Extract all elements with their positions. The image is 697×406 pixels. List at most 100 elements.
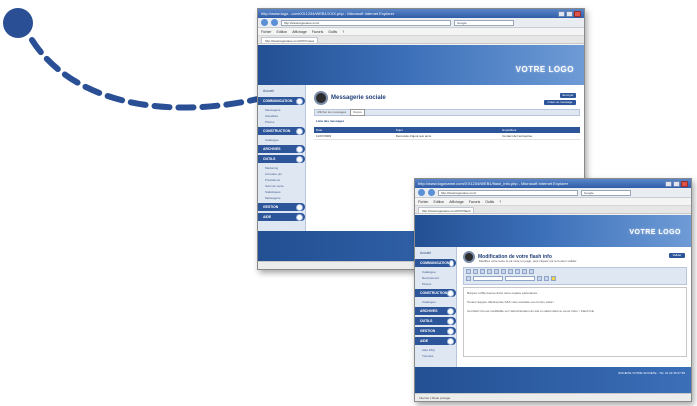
sidebar-subitem[interactable]: Photos [415, 281, 456, 287]
redo-icon[interactable] [544, 276, 549, 281]
sidebar-item-home[interactable]: Accueil [258, 87, 305, 95]
align-left-icon[interactable] [487, 269, 492, 274]
editor-line: Toutes l'équipe d'Entreprise SAS vous so… [467, 300, 555, 304]
filter-bar: Afficher les messages Reçus [314, 109, 580, 116]
window-titlebar: http://www.logoname.com/XX1234/WEB1/flas… [415, 179, 691, 188]
sidebar-item-archives[interactable]: ARCHIVES [415, 307, 456, 315]
menu-item-view[interactable]: Affichage [449, 200, 464, 204]
menu-item-tools[interactable]: Outils [328, 30, 337, 34]
sidebar-subitem[interactable]: Catalogue [415, 299, 456, 305]
address-input[interactable]: http://www.logoname.com/ [438, 189, 578, 196]
editor-area[interactable]: Bonjour et Bienvenue dans notre espace p… [463, 287, 687, 357]
menu-item-file[interactable]: Fichier [261, 30, 272, 34]
site-sidebar: Accueil COMMUNICATION Catalogue Recrutem… [415, 247, 457, 379]
cell-sender: Contact de l'entreprise [502, 134, 533, 138]
maximize-button[interactable] [566, 10, 573, 17]
tab-bar: http://www.logoname.com/XXX/flash [415, 206, 691, 214]
sidebar-item-communication[interactable]: COMMUNICATION [415, 259, 456, 267]
table-row[interactable]: 12/07/2009 Demande d'ajout aux amis Cont… [314, 133, 580, 140]
status-bar: Internet | Mode protégé [415, 393, 691, 401]
minimize-button[interactable] [665, 180, 672, 187]
emoticon-icon[interactable] [551, 276, 556, 281]
forward-icon[interactable] [271, 19, 278, 26]
menu-bar: Fichier Edition Affichage Favoris Outils… [415, 198, 691, 206]
dashed-arrow-path [29, 37, 265, 111]
table-icon[interactable] [529, 269, 534, 274]
sidebar-item-construction[interactable]: CONSTRUCTION [415, 289, 456, 297]
editor-line: Cet flash info est modifiable sur l'admi… [467, 309, 595, 313]
arrow-start-dot [3, 8, 33, 38]
window-title: http://www.logo...com/XX1234/WEB1/XXX.ph… [261, 11, 395, 16]
sidebar-item-archives[interactable]: ARCHIVES [258, 145, 305, 153]
sidebar-item-construction[interactable]: CONSTRUCTION [258, 127, 305, 135]
sidebar-item-outils[interactable]: OUTILS [415, 317, 456, 325]
forward-icon[interactable] [428, 189, 435, 196]
font-color-icon[interactable] [466, 276, 471, 281]
site-banner: VOTRE LOGO [415, 215, 691, 247]
sidebar-subitem[interactable]: Tutoriels [415, 353, 456, 359]
cell-date: 12/07/2009 [316, 134, 332, 138]
sidebar-item-outils[interactable]: OUTILS [258, 155, 305, 163]
image-icon[interactable] [522, 269, 527, 274]
content-header: Messagerie sociale [314, 91, 580, 105]
site-sidebar: Accueil COMMUNICATION Messagerie Actuali… [258, 85, 306, 245]
undo-icon[interactable] [537, 276, 542, 281]
sidebar-subitem[interactable]: Photos [258, 119, 305, 125]
sidebar-subitem[interactable]: Messagerie [258, 195, 305, 201]
menu-item-favorites[interactable]: Favoris [312, 30, 323, 34]
link-icon[interactable] [515, 269, 520, 274]
underline-icon[interactable] [480, 269, 485, 274]
site-footer: SOCIETE VOTRE SOCIETE - Tél. 01 23 45 67… [415, 367, 691, 393]
address-bar-row: http://www.logoname.com/ Google [258, 18, 584, 28]
close-button[interactable] [681, 180, 688, 187]
close-button[interactable] [574, 10, 581, 17]
minimize-button[interactable] [558, 10, 565, 17]
new-message-button[interactable]: Créer un message [544, 100, 576, 105]
menu-item-file[interactable]: Fichier [418, 200, 429, 204]
menu-item-help[interactable]: ? [499, 200, 501, 204]
browser-tab[interactable]: http://www.logoname.com/XXX/flash [418, 206, 475, 213]
flash-info-icon [463, 251, 475, 263]
sidebar-item-home[interactable]: Accueil [415, 249, 456, 257]
font-family-select[interactable] [473, 276, 503, 281]
cell-subject: Demande d'ajout aux amis [395, 134, 432, 138]
sidebar-item-gestion[interactable]: GESTION [258, 203, 305, 211]
align-center-icon[interactable] [494, 269, 499, 274]
font-size-select[interactable] [505, 276, 535, 281]
sidebar-item-gestion[interactable]: GESTION [415, 327, 456, 335]
menu-item-tools[interactable]: Outils [485, 200, 494, 204]
address-bar-row: http://www.logoname.com/ Google [415, 188, 691, 198]
sidebar-item-communication[interactable]: COMMUNICATION [258, 97, 305, 105]
sidebar-subitem[interactable]: Catalogue [258, 137, 305, 143]
sidebar-item-aide[interactable]: AIDE [415, 337, 456, 345]
menu-item-edit[interactable]: Edition [434, 200, 445, 204]
validate-button[interactable]: Valider [669, 253, 685, 258]
menu-item-view[interactable]: Affichage [292, 30, 307, 34]
search-input[interactable]: Google [581, 189, 631, 196]
maximize-button[interactable] [673, 180, 680, 187]
bold-icon[interactable] [466, 269, 471, 274]
menu-item-help[interactable]: ? [342, 30, 344, 34]
site-logo: VOTRE LOGO [515, 65, 574, 74]
send-button[interactable]: Envoyer [560, 93, 576, 98]
menu-item-edit[interactable]: Edition [277, 30, 288, 34]
search-input[interactable]: Google [454, 19, 514, 26]
tab-bar: http://www.logoname.com/XXX/mess [258, 36, 584, 44]
menu-bar: Fichier Edition Affichage Favoris Outils… [258, 28, 584, 36]
align-right-icon[interactable] [501, 269, 506, 274]
menu-item-favorites[interactable]: Favoris [469, 200, 480, 204]
address-input[interactable]: http://www.logoname.com/ [281, 19, 451, 26]
browser-tab[interactable]: http://www.logoname.com/XXX/mess [261, 36, 319, 43]
back-icon[interactable] [418, 189, 425, 196]
back-icon[interactable] [261, 19, 268, 26]
italic-icon[interactable] [473, 269, 478, 274]
sidebar-item-aide[interactable]: AIDE [258, 213, 305, 221]
footer-text: SOCIETE VOTRE SOCIETE - Tél. 01 23 45 67… [618, 371, 685, 375]
toolbar-row-2 [464, 275, 686, 282]
list-icon[interactable] [508, 269, 513, 274]
editor-line: Bonjour et Bienvenue dans notre espace p… [467, 291, 538, 295]
list-title: Liste des messages [316, 119, 345, 123]
messages-table: Date Sujet Expéditeur 12/07/2009 Demande… [314, 127, 580, 140]
filter-select[interactable]: Reçus [350, 109, 365, 116]
page-subtitle: Modifiez votre texte et sa mise en page,… [479, 259, 578, 263]
